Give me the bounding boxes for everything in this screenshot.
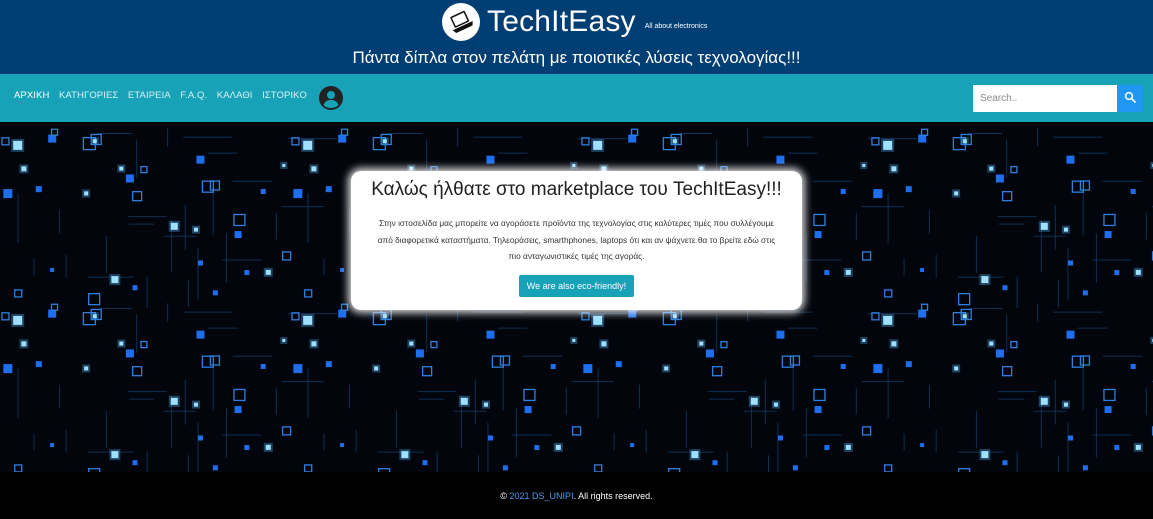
welcome-title: Καλώς ήλθατε στο marketplace του TechItE… <box>371 179 782 200</box>
brand-name: TechItEasy <box>487 5 636 38</box>
brand[interactable]: TechItEasy All about electronics <box>442 3 707 41</box>
main-navbar: ΑΡΧΙΚΗ ΚΑΤΗΓΟΡΙΕΣ ΕΤΑΙΡΕΙΑ F.A.Q. ΚΑΛΑΘΙ… <box>0 74 1153 122</box>
search-input[interactable] <box>973 85 1117 112</box>
site-header: TechItEasy All about electronics Πάντα δ… <box>0 0 1153 74</box>
search-button[interactable] <box>1117 85 1143 112</box>
footer-text: © 2021 DS_UNIPI. All rights reserved. <box>0 491 1153 501</box>
search-icon <box>1124 91 1136 106</box>
welcome-text: Στην ιστοσελίδα μας μπορείτε να αγοράσετ… <box>377 218 776 261</box>
nav-item-faq[interactable]: F.A.Q. <box>180 90 207 101</box>
laptop-icon <box>442 3 480 41</box>
nav-item-history[interactable]: ΙΣΤΟΡΙΚΟ <box>262 90 307 101</box>
nav-item-cart[interactable]: ΚΑΛΑΘΙ <box>217 90 253 101</box>
eco-friendly-button[interactable]: We are also eco-friendly! <box>518 274 635 297</box>
site-footer: © 2021 DS_UNIPI. All rights reserved. <box>0 472 1153 519</box>
nav-item-home[interactable]: ΑΡΧΙΚΗ <box>14 90 49 101</box>
account-circle-icon[interactable] <box>319 86 343 110</box>
footer-suffix: . All rights reserved. <box>573 491 653 501</box>
nav-links: ΑΡΧΙΚΗ ΚΑΤΗΓΟΡΙΕΣ ΕΤΑΙΡΕΙΑ F.A.Q. ΚΑΛΑΘΙ… <box>14 90 316 101</box>
welcome-card: Καλώς ήλθατε στο marketplace του TechItE… <box>351 171 802 310</box>
brand-tagline: All about electronics <box>644 22 708 30</box>
copyright-symbol: © <box>500 491 508 501</box>
nav-item-company[interactable]: ΕΤΑΙΡΕΙΑ <box>128 90 171 101</box>
nav-item-categories[interactable]: ΚΑΤΗΓΟΡΙΕΣ <box>59 90 118 101</box>
slogan: Πάντα δίπλα στον πελάτη με ποιοτικές λύσ… <box>352 48 801 67</box>
footer-link[interactable]: 2021 DS_UNIPI <box>510 491 574 501</box>
